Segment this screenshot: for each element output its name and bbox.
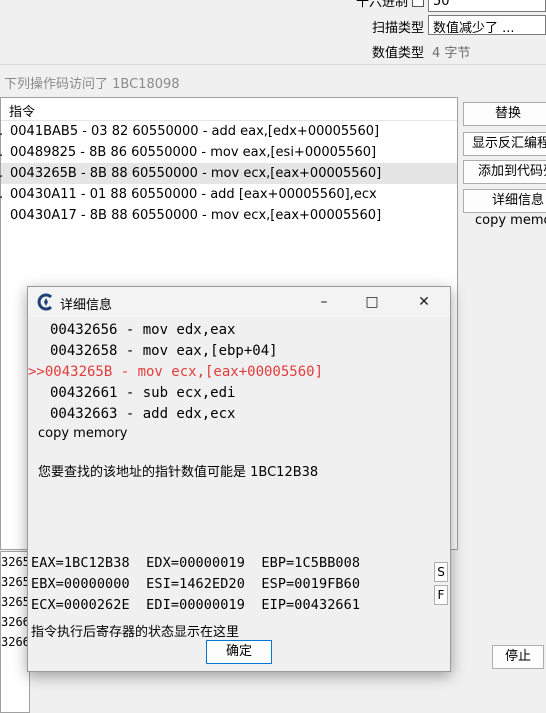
- register-line: EBX=00000000 ESI=1462ED20 ESP=0019FB60: [31, 576, 361, 592]
- scan-settings-panel: 十六进制 50 扫描类型 数值减少了 ... 数值类型 4 字节: [350, 0, 546, 64]
- asm-line: 00432663 - add edx,ecx: [50, 406, 236, 422]
- copy-memory-label[interactable]: copy memory: [38, 426, 128, 441]
- instruction-row[interactable]: .0041BAB5 - 03 82 60550000 - add eax,[ed…: [0, 121, 457, 142]
- scan-type-select[interactable]: 数值减少了 ...: [428, 15, 546, 35]
- asm-line: 00432658 - mov eax,[ebp+04]: [50, 343, 278, 359]
- register-line: EAX=1BC12B38 EDX=00000019 EBP=1C5BB008: [31, 555, 361, 571]
- window-title: 下列操作码访问了 1BC18098: [4, 77, 180, 92]
- details-dialog: 详细信息 – □ ✕ 00432656 - mov edx,eax 004326…: [27, 286, 451, 672]
- copy-memory-label[interactable]: copy memory: [475, 213, 546, 228]
- details-button[interactable]: 详细信息: [463, 189, 546, 213]
- scan-type-label: 扫描类型: [372, 21, 425, 36]
- asm-line-highlighted: >>0043265B - mov ecx,[eax+00005560]: [28, 364, 324, 380]
- value-type-label: 数值类型: [372, 46, 425, 61]
- instruction-row[interactable]: .00430A11 - 01 88 60550000 - add [eax+00…: [0, 184, 457, 205]
- dialog-title: 详细信息: [60, 298, 113, 313]
- replace-button[interactable]: 替换: [463, 102, 546, 126]
- register-list-stub: 3265 3265 3265 3266 3266: [0, 551, 30, 713]
- dialog-titlebar[interactable]: 详细信息 – □ ✕: [28, 287, 450, 317]
- show-disassembler-button[interactable]: 显示反汇编程序: [463, 132, 546, 156]
- stop-button[interactable]: 停止: [492, 645, 544, 669]
- pointer-hint-text: 您要查找的该地址的指针数值可能是 1BC12B38: [38, 465, 319, 480]
- close-icon[interactable]: ✕: [410, 291, 438, 313]
- scan-value-input[interactable]: 50: [428, 0, 546, 12]
- register-line: ECX=0000262E EDI=00000019 EIP=00432661: [31, 597, 361, 613]
- register-status-note: 指令执行后寄存器的状态显示在这里: [31, 625, 240, 640]
- column-header-instruction[interactable]: 指令: [9, 101, 35, 120]
- add-to-codelist-button[interactable]: 添加到代码列表: [463, 160, 546, 184]
- hex-label: 十六进制: [356, 0, 409, 10]
- list-header: 指令: [1, 98, 457, 121]
- asm-line: 00432661 - sub ecx,edi: [50, 385, 236, 401]
- value-type-value: 4 字节: [432, 46, 471, 61]
- minimize-icon[interactable]: –: [310, 291, 338, 313]
- maximize-icon[interactable]: □: [358, 291, 386, 313]
- instruction-row[interactable]: .00489825 - 8B 86 60550000 - mov eax,[es…: [0, 142, 457, 163]
- instruction-row[interactable]: 00430A17 - 8B 88 60550000 - mov ecx,[eax…: [1, 205, 457, 226]
- f-button[interactable]: F: [434, 585, 448, 605]
- cheat-engine-icon: [37, 293, 53, 311]
- hex-checkbox[interactable]: [412, 0, 424, 7]
- asm-line: 00432656 - mov edx,eax: [50, 322, 236, 338]
- ok-button[interactable]: 确定: [206, 640, 272, 664]
- instruction-row[interactable]: .0043265B - 8B 88 60550000 - mov ecx,[ea…: [0, 163, 457, 184]
- s-button[interactable]: S: [434, 562, 448, 582]
